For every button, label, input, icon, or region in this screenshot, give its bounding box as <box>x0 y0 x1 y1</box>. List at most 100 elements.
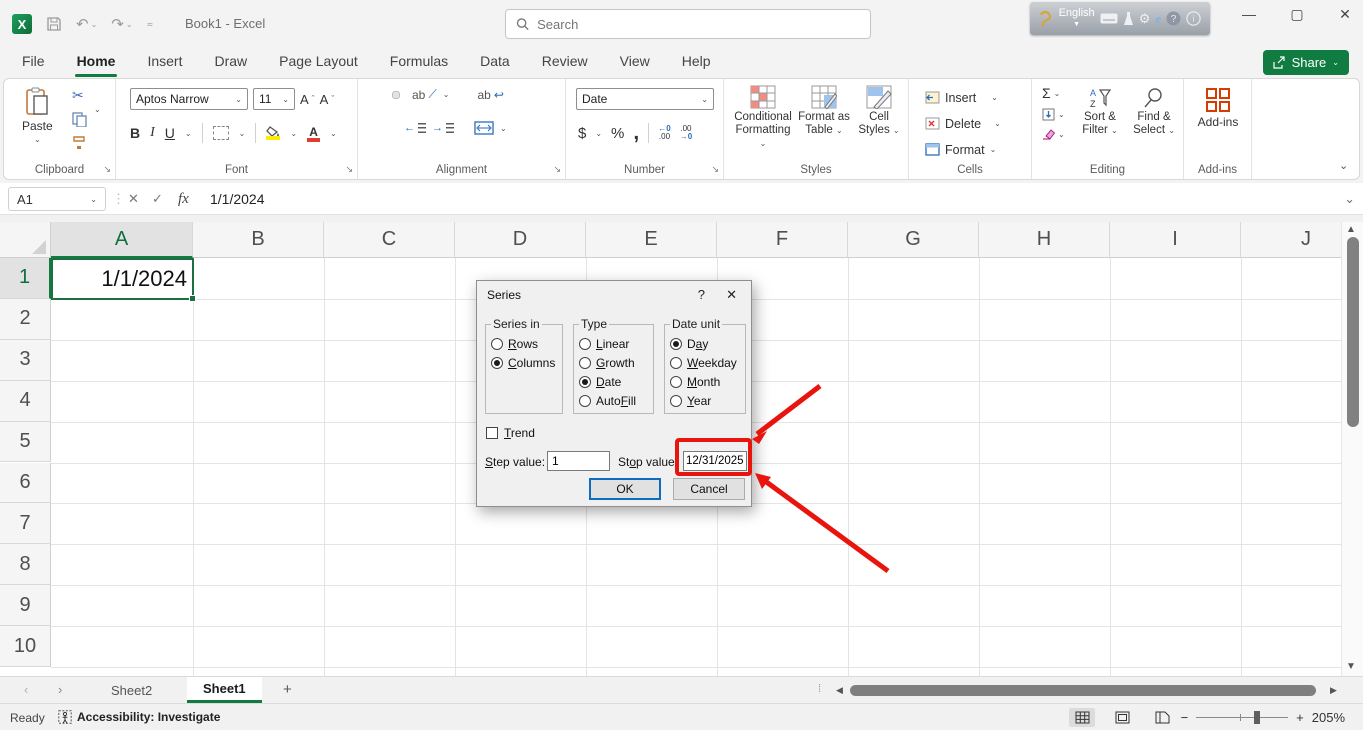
row-header-3[interactable]: 3 <box>0 339 51 381</box>
horizontal-scroll-thumb[interactable] <box>850 685 1316 696</box>
decrease-font-button[interactable]: Aˇ <box>320 92 335 107</box>
maximize-button[interactable]: ▢ <box>1287 6 1307 23</box>
column-header-i[interactable]: I <box>1110 222 1241 258</box>
addins-button[interactable]: Add-ins <box>1192 87 1244 129</box>
delete-cells-button[interactable]: Delete ⌄ <box>925 111 1001 136</box>
paste-button[interactable]: Paste ⌄ <box>22 87 53 144</box>
cancel-button[interactable]: Cancel <box>673 478 745 500</box>
number-format-select[interactable]: Date ⌄ <box>576 88 714 110</box>
decrease-decimal-button[interactable]: .00 →0 <box>680 125 692 141</box>
fill-color-button[interactable] <box>266 126 281 140</box>
new-sheet-button[interactable]: + <box>283 681 292 698</box>
radio-button-icon[interactable] <box>670 394 682 407</box>
align-top-button[interactable] <box>368 92 374 98</box>
cut-icon[interactable]: ✂ <box>72 87 87 104</box>
radio-button-icon[interactable] <box>670 375 682 388</box>
tab-home[interactable]: Home <box>65 48 128 78</box>
info-circle-icon[interactable]: i <box>1186 11 1202 26</box>
radio-button-icon[interactable] <box>670 356 682 369</box>
radio-linear[interactable]: Linear <box>579 334 648 353</box>
align-middle-button[interactable] <box>380 92 386 98</box>
name-box[interactable]: A1 ⌄ <box>8 187 106 211</box>
font-name-select[interactable]: Aptos Narrow ⌄ <box>130 88 248 110</box>
tab-page-layout[interactable]: Page Layout <box>267 48 370 78</box>
sheet-tab-sheet1[interactable]: Sheet1 <box>187 677 262 703</box>
radio-date[interactable]: Date <box>579 372 648 391</box>
collapse-ribbon-chevron-icon[interactable]: ⌄ <box>1339 159 1348 172</box>
accessibility-status[interactable]: Accessibility: Investigate <box>58 710 220 724</box>
sort-filter-button[interactable]: AZ Sort & Filter ⌄ <box>1074 87 1126 137</box>
keyboard-icon[interactable] <box>1100 13 1118 24</box>
scroll-down-arrow-icon[interactable]: ▼ <box>1346 661 1356 672</box>
radio-button-icon[interactable] <box>579 356 591 369</box>
radio-button-icon[interactable] <box>491 356 503 369</box>
scroll-left-arrow-icon[interactable]: ◀ <box>836 685 843 696</box>
radio-button-icon[interactable] <box>579 394 591 407</box>
column-header-d[interactable]: D <box>455 222 586 258</box>
settings-gear-icon[interactable]: ⚙ <box>1139 11 1151 27</box>
row-header-1[interactable]: 1 <box>0 258 51 299</box>
enter-formula-icon[interactable]: ✓ <box>152 187 163 211</box>
font-color-button[interactable]: A <box>307 125 321 142</box>
radio-year[interactable]: Year <box>670 391 740 410</box>
selected-cell-a1[interactable]: 1/1/2024 <box>51 258 196 302</box>
radio-button-icon[interactable] <box>579 375 591 388</box>
radio-month[interactable]: Month <box>670 372 740 391</box>
borders-button[interactable] <box>212 126 229 140</box>
merge-center-chevron-icon[interactable]: ⌄ <box>500 124 507 133</box>
row-header-5[interactable]: 5 <box>0 421 51 463</box>
row-header-4[interactable]: 4 <box>0 380 51 422</box>
tab-data[interactable]: Data <box>468 48 522 78</box>
radio-button-icon[interactable] <box>670 337 682 350</box>
accounting-chevron-icon[interactable]: ⌄ <box>595 129 602 138</box>
conditional-formatting-button[interactable]: Conditional Formatting ⌄ <box>732 85 794 150</box>
insert-function-button[interactable]: fx <box>178 187 189 211</box>
scroll-up-arrow-icon[interactable]: ▲ <box>1346 224 1356 235</box>
copy-icon[interactable] <box>72 112 87 127</box>
browser-e-icon[interactable]: e <box>1155 11 1161 27</box>
decrease-indent-button[interactable]: ← <box>404 122 426 134</box>
tab-draw[interactable]: Draw <box>202 48 259 78</box>
column-header-f[interactable]: F <box>717 222 848 258</box>
tab-file[interactable]: File <box>10 48 57 78</box>
increase-decimal-button[interactable]: ←0.00 <box>658 125 670 141</box>
page-layout-view-button[interactable] <box>1109 708 1135 727</box>
increase-indent-button[interactable]: → <box>432 122 454 134</box>
comma-style-button[interactable]: , <box>633 122 639 143</box>
orientation-button[interactable]: ab ⟋ <box>412 87 437 102</box>
row-header-6[interactable]: 6 <box>0 462 51 504</box>
italic-button[interactable]: I <box>150 125 155 141</box>
redo-button[interactable]: ↷ ⌄ <box>111 15 132 33</box>
tab-review[interactable]: Review <box>530 48 600 78</box>
next-sheet-arrow-icon[interactable]: › <box>58 682 62 697</box>
normal-view-button[interactable] <box>1069 708 1095 727</box>
close-button[interactable]: ✕ <box>1335 6 1355 23</box>
clear-button[interactable]: ⌄ <box>1042 128 1065 140</box>
trend-checkbox[interactable]: Trend <box>486 426 535 440</box>
row-header-10[interactable]: 10 <box>0 626 51 667</box>
radio-columns[interactable]: Columns <box>491 353 557 372</box>
number-dialog-launcher-icon[interactable]: ↘ <box>711 164 719 175</box>
formula-input[interactable] <box>210 187 1330 211</box>
cell-styles-button[interactable]: Cell Styles ⌄ <box>854 85 904 137</box>
autosum-button[interactable]: Σ ⌄ <box>1042 85 1065 101</box>
fill-color-chevron-icon[interactable]: ⌄ <box>290 129 297 138</box>
find-select-button[interactable]: Find & Select ⌄ <box>1128 87 1180 137</box>
wrap-text-button[interactable]: ab ↩ <box>477 88 503 102</box>
tool-icon[interactable] <box>1123 11 1134 26</box>
trend-checkbox-box[interactable] <box>486 427 498 439</box>
format-cells-button[interactable]: Format ⌄ <box>925 137 996 162</box>
underline-button[interactable]: U <box>165 125 175 141</box>
help-circle-icon[interactable]: ? <box>1166 11 1181 26</box>
column-header-e[interactable]: E <box>586 222 717 258</box>
align-right-button[interactable] <box>392 125 398 131</box>
tab-formulas[interactable]: Formulas <box>378 48 460 78</box>
row-header-2[interactable]: 2 <box>0 298 51 340</box>
scrollbar-drag-dots-icon[interactable]: ⁞ <box>818 683 821 695</box>
expand-formula-bar-chevron-icon[interactable]: ⌄ <box>1344 187 1355 211</box>
column-header-g[interactable]: G <box>848 222 979 258</box>
ok-button[interactable]: OK <box>589 478 661 500</box>
orientation-chevron-icon[interactable]: ⌄ <box>443 90 450 99</box>
column-header-a[interactable]: A <box>51 222 193 258</box>
increase-font-button[interactable]: Aˆ <box>300 92 315 107</box>
